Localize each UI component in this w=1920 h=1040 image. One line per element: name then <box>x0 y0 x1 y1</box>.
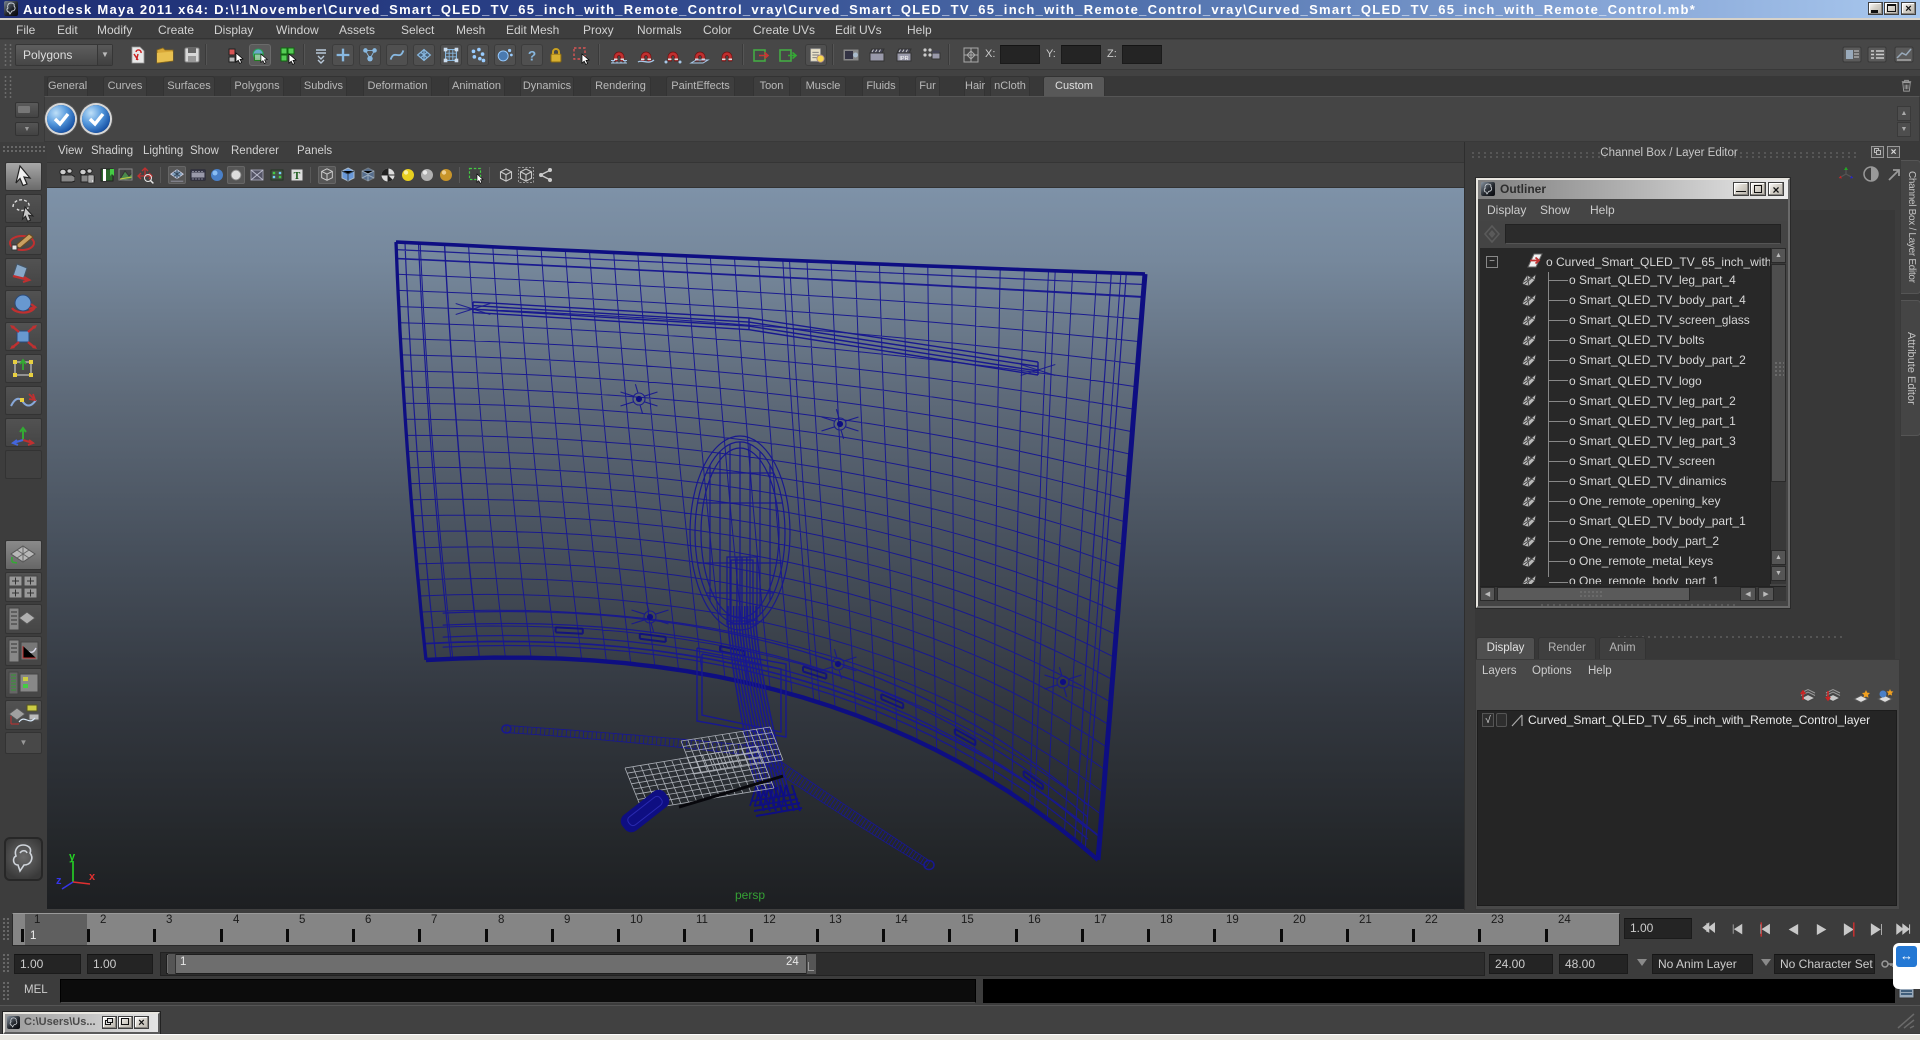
svg-text:?: ? <box>528 48 536 63</box>
svg-text:x: x <box>89 871 96 883</box>
svg-text:z: z <box>56 875 62 887</box>
svg-text:persp: persp <box>735 888 765 902</box>
svg-text:IPR: IPR <box>899 56 908 62</box>
svg-text:T: T <box>294 171 301 182</box>
svg-text:y: y <box>69 851 76 863</box>
